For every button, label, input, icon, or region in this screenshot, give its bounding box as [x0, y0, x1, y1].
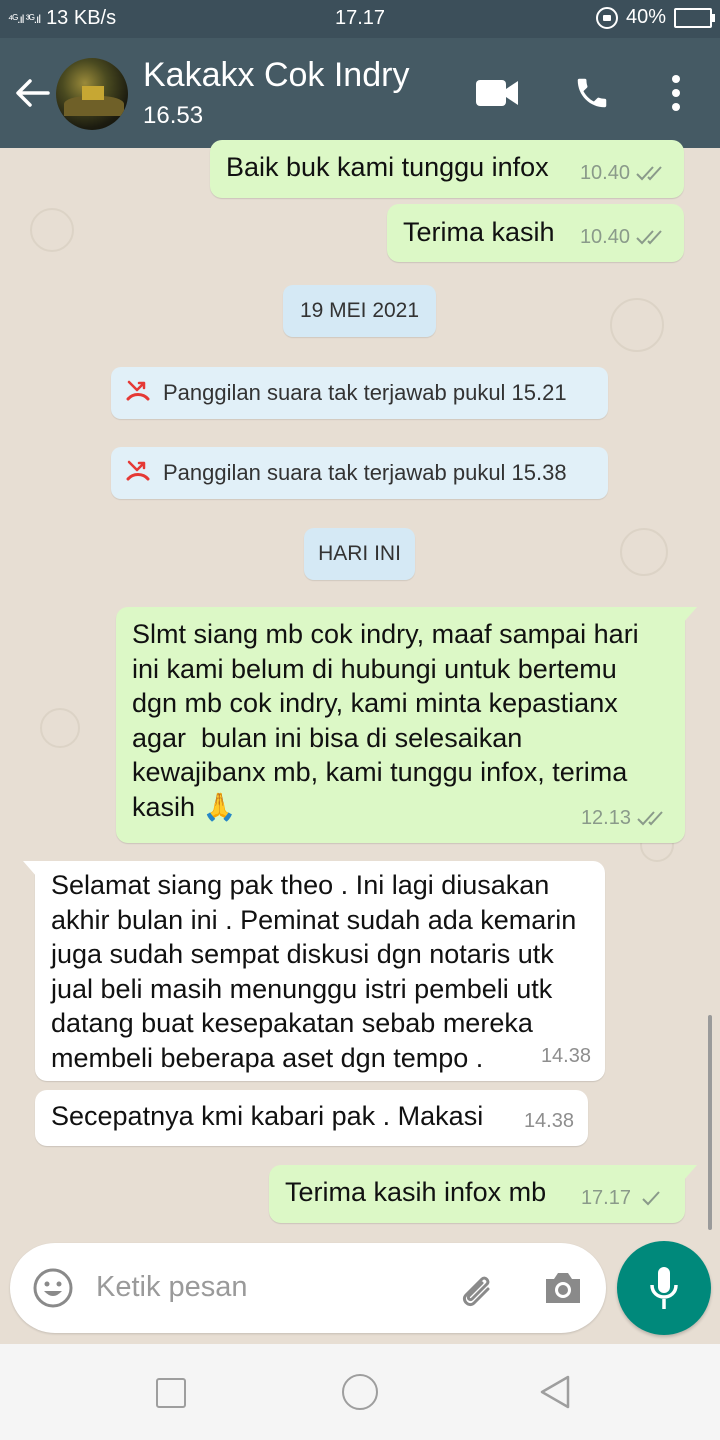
missed-call-notice[interactable]: Panggilan suara tak terjawab pukul 15.38 — [111, 447, 608, 499]
message-text: Terima kasih infox mb — [285, 1177, 547, 1207]
message-time: 12.13 — [580, 806, 631, 829]
voice-record-button[interactable] — [617, 1241, 711, 1335]
rotation-lock-icon — [595, 6, 618, 29]
single-check-icon — [642, 1191, 660, 1206]
double-check-icon — [636, 230, 662, 245]
recents-button[interactable] — [156, 1378, 186, 1408]
message-input-bar[interactable]: Ketik pesan — [10, 1243, 606, 1333]
message-time: 17.17 — [580, 1186, 631, 1209]
message-time: 14.38 — [540, 1044, 591, 1067]
message-bubble-outgoing[interactable]: Baik buk kami tunggu infox 10.40 — [210, 140, 684, 198]
microphone-icon — [650, 1267, 678, 1309]
chat-header: Kakakx Cok Indry 16.53 — [0, 38, 720, 148]
message-bubble-outgoing[interactable]: Slmt siang mb cok indry, maaf sampai har… — [116, 607, 697, 843]
wallpaper-doodle — [620, 528, 668, 576]
phone-icon[interactable] — [573, 74, 611, 112]
message-text: Selamat siang pak theo . Ini lagi diusak… — [51, 870, 577, 1073]
attachment-icon[interactable] — [454, 1267, 498, 1311]
message-time: 10.40 — [579, 161, 630, 184]
double-check-icon — [637, 811, 663, 826]
camera-icon[interactable] — [542, 1269, 584, 1307]
message-bubble-outgoing[interactable]: Terima kasih 10.40 — [387, 204, 684, 262]
message-time: 10.40 — [579, 225, 630, 248]
message-text: Baik buk kami tunggu infox — [226, 152, 549, 182]
message-text: Terima kasih — [403, 217, 555, 247]
avatar[interactable] — [56, 58, 128, 130]
message-bubble-incoming[interactable]: Selamat siang pak theo . Ini lagi diusak… — [23, 861, 605, 1081]
back-arrow-icon[interactable] — [14, 78, 50, 108]
battery-icon — [674, 7, 715, 28]
message-text: Secepatnya kmi kabari pak . Makasi — [51, 1101, 484, 1131]
home-button[interactable] — [342, 1374, 378, 1410]
date-separator: HARI INI — [304, 528, 415, 580]
contact-name[interactable]: Kakakx Cok Indry — [143, 56, 409, 95]
battery-percent: 40% — [625, 6, 666, 28]
wallpaper-doodle — [610, 298, 664, 352]
system-nav-bar — [0, 1344, 720, 1440]
last-seen: 16.53 — [143, 102, 204, 129]
missed-call-text: Panggilan suara tak terjawab pukul 15.38 — [163, 460, 567, 485]
missed-call-text: Panggilan suara tak terjawab pukul 15.21 — [163, 380, 567, 405]
message-input[interactable]: Ketik pesan — [96, 1271, 248, 1304]
message-time: 14.38 — [523, 1109, 574, 1132]
status-bar: ⁴ᴳ.ıl ³ᴳ.ıl 13 KB/s 17.17 40% — [0, 0, 720, 38]
message-text: Slmt siang mb cok indry, maaf sampai har… — [132, 619, 639, 822]
missed-call-icon — [126, 460, 150, 481]
wallpaper-doodle — [30, 208, 74, 252]
missed-call-icon — [126, 380, 150, 401]
date-separator: 19 MEI 2021 — [283, 285, 436, 337]
double-check-icon — [636, 166, 662, 181]
scrollbar[interactable] — [708, 1015, 712, 1230]
wallpaper-doodle — [40, 708, 80, 748]
message-bubble-outgoing[interactable]: Terima kasih infox mb 17.17 — [269, 1165, 697, 1223]
nav-back-icon[interactable] — [538, 1374, 572, 1410]
more-options-icon[interactable] — [668, 74, 684, 112]
message-bubble-incoming[interactable]: Secepatnya kmi kabari pak . Makasi 14.38 — [35, 1090, 588, 1146]
video-call-icon[interactable] — [475, 78, 519, 108]
emoji-icon[interactable] — [32, 1267, 74, 1309]
missed-call-notice[interactable]: Panggilan suara tak terjawab pukul 15.21 — [111, 367, 608, 419]
